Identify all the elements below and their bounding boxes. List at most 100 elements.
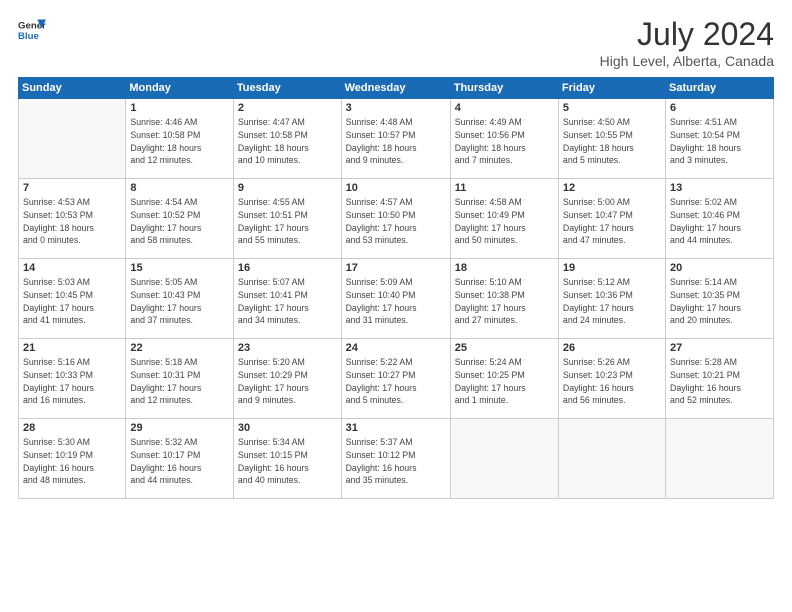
calendar-cell: 26 Sunrise: 5:26 AMSunset: 10:23 PMDaylig… (558, 339, 665, 419)
calendar-cell: 9Sunrise: 4:55 AMSunset: 10:51 PMDayligh… (233, 179, 341, 259)
calendar-cell: 18 Sunrise: 5:10 AMSunset: 10:38 PMDaylig… (450, 259, 558, 339)
day-info: Sunrise: 5:32 AMSunset: 10:17 PMDaylight… (130, 436, 229, 487)
calendar-cell: 17 Sunrise: 5:09 AMSunset: 10:40 PMDaylig… (341, 259, 450, 339)
day-number: 8 (130, 182, 229, 194)
day-number: 11 (455, 182, 554, 194)
title-area: July 2024 High Level, Alberta, Canada (600, 16, 774, 69)
calendar-cell: 24 Sunrise: 5:22 AMSunset: 10:27 PMDaylig… (341, 339, 450, 419)
day-info: Sunrise: 4:58 AMSunset: 10:49 PMDaylight… (455, 196, 554, 247)
month-title: July 2024 (600, 16, 774, 53)
day-number: 19 (563, 262, 661, 274)
calendar-week-4: 21Sunrise: 5:16 AMSunset: 10:33 PMDaylig… (19, 339, 774, 419)
calendar-cell (665, 419, 773, 499)
day-info: Sunrise: 5:00 AMSunset: 10:47 PMDaylight… (563, 196, 661, 247)
day-number: 13 (670, 182, 769, 194)
day-number: 23 (238, 342, 337, 354)
day-number: 10 (346, 182, 446, 194)
col-friday: Friday (558, 78, 665, 99)
day-info: Sunrise: 5:05 AMSunset: 10:43 PMDaylight… (130, 276, 229, 327)
day-info: Sunrise: 5:30 AMSunset: 10:19 PMDaylight… (23, 436, 121, 487)
day-info: Sunrise: 5:28 AMSunset: 10:21 PMDaylight… (670, 356, 769, 407)
calendar-cell: 15 Sunrise: 5:05 AMSunset: 10:43 PMDaylig… (126, 259, 234, 339)
calendar-cell: 2 Sunrise: 4:47 AMSunset: 10:58 PMDayligh… (233, 99, 341, 179)
col-tuesday: Tuesday (233, 78, 341, 99)
day-number: 20 (670, 262, 769, 274)
day-info: Sunrise: 4:57 AMSunset: 10:50 PMDaylight… (346, 196, 446, 247)
day-info: Sunrise: 4:51 AMSunset: 10:54 PMDaylight… (670, 116, 769, 167)
calendar-cell: 29 Sunrise: 5:32 AMSunset: 10:17 PMDaylig… (126, 419, 234, 499)
day-number: 31 (346, 422, 446, 434)
day-info: Sunrise: 5:02 AMSunset: 10:46 PMDaylight… (670, 196, 769, 247)
day-info: Sunrise: 4:49 AMSunset: 10:56 PMDaylight… (455, 116, 554, 167)
calendar: Sunday Monday Tuesday Wednesday Thursday… (18, 77, 774, 499)
calendar-cell: 14 Sunrise: 5:03 AMSunset: 10:45 PMDaylig… (19, 259, 126, 339)
calendar-week-3: 14 Sunrise: 5:03 AMSunset: 10:45 PMDaylig… (19, 259, 774, 339)
day-number: 22 (130, 342, 229, 354)
day-number: 28 (23, 422, 121, 434)
day-number: 18 (455, 262, 554, 274)
calendar-cell: 12 Sunrise: 5:00 AMSunset: 10:47 PMDaylig… (558, 179, 665, 259)
calendar-cell: 28 Sunrise: 5:30 AMSunset: 10:19 PMDaylig… (19, 419, 126, 499)
calendar-cell: 7Sunrise: 4:53 AMSunset: 10:53 PMDayligh… (19, 179, 126, 259)
calendar-cell: 23 Sunrise: 5:20 AMSunset: 10:29 PMDaylig… (233, 339, 341, 419)
day-info: Sunrise: 5:22 AMSunset: 10:27 PMDaylight… (346, 356, 446, 407)
day-number: 2 (238, 102, 337, 114)
calendar-cell: 22 Sunrise: 5:18 AMSunset: 10:31 PMDaylig… (126, 339, 234, 419)
day-info: Sunrise: 5:03 AMSunset: 10:45 PMDaylight… (23, 276, 121, 327)
day-info: Sunrise: 5:10 AMSunset: 10:38 PMDaylight… (455, 276, 554, 327)
day-info: Sunrise: 4:54 AMSunset: 10:52 PMDaylight… (130, 196, 229, 247)
day-info: Sunrise: 5:18 AMSunset: 10:31 PMDaylight… (130, 356, 229, 407)
day-info: Sunrise: 4:50 AMSunset: 10:55 PMDaylight… (563, 116, 661, 167)
col-thursday: Thursday (450, 78, 558, 99)
day-number: 24 (346, 342, 446, 354)
calendar-cell: 20Sunrise: 5:14 AMSunset: 10:35 PMDaylig… (665, 259, 773, 339)
day-number: 17 (346, 262, 446, 274)
calendar-cell: 11 Sunrise: 4:58 AMSunset: 10:49 PMDaylig… (450, 179, 558, 259)
day-info: Sunrise: 5:34 AMSunset: 10:15 PMDaylight… (238, 436, 337, 487)
day-info: Sunrise: 5:26 AMSunset: 10:23 PMDaylight… (563, 356, 661, 407)
svg-text:Blue: Blue (18, 31, 39, 42)
day-number: 25 (455, 342, 554, 354)
calendar-cell: 4 Sunrise: 4:49 AMSunset: 10:56 PMDayligh… (450, 99, 558, 179)
day-info: Sunrise: 5:37 AMSunset: 10:12 PMDaylight… (346, 436, 446, 487)
day-info: Sunrise: 5:24 AMSunset: 10:25 PMDaylight… (455, 356, 554, 407)
day-number: 4 (455, 102, 554, 114)
calendar-cell: 8 Sunrise: 4:54 AMSunset: 10:52 PMDayligh… (126, 179, 234, 259)
calendar-cell: 31 Sunrise: 5:37 AMSunset: 10:12 PMDaylig… (341, 419, 450, 499)
calendar-cell: 21Sunrise: 5:16 AMSunset: 10:33 PMDaylig… (19, 339, 126, 419)
day-number: 30 (238, 422, 337, 434)
calendar-cell: 13 Sunrise: 5:02 AMSunset: 10:46 PMDaylig… (665, 179, 773, 259)
day-number: 3 (346, 102, 446, 114)
day-number: 27 (670, 342, 769, 354)
day-number: 26 (563, 342, 661, 354)
day-number: 6 (670, 102, 769, 114)
col-sunday: Sunday (19, 78, 126, 99)
calendar-cell: 3 Sunrise: 4:48 AMSunset: 10:57 PMDayligh… (341, 99, 450, 179)
day-info: Sunrise: 4:53 AMSunset: 10:53 PMDaylight… (23, 196, 121, 247)
calendar-cell: 6 Sunrise: 4:51 AMSunset: 10:54 PMDayligh… (665, 99, 773, 179)
calendar-cell: 30 Sunrise: 5:34 AMSunset: 10:15 PMDaylig… (233, 419, 341, 499)
day-info: Sunrise: 4:55 AMSunset: 10:51 PMDaylight… (238, 196, 337, 247)
calendar-week-1: 1 Sunrise: 4:46 AMSunset: 10:58 PMDayligh… (19, 99, 774, 179)
day-number: 1 (130, 102, 229, 114)
day-info: Sunrise: 5:12 AMSunset: 10:36 PMDaylight… (563, 276, 661, 327)
day-number: 15 (130, 262, 229, 274)
calendar-cell (19, 99, 126, 179)
header: General Blue July 2024 High Level, Alber… (18, 16, 774, 69)
day-info: Sunrise: 4:46 AMSunset: 10:58 PMDaylight… (130, 116, 229, 167)
page: General Blue July 2024 High Level, Alber… (0, 0, 792, 612)
day-info: Sunrise: 4:48 AMSunset: 10:57 PMDaylight… (346, 116, 446, 167)
calendar-cell: 10 Sunrise: 4:57 AMSunset: 10:50 PMDaylig… (341, 179, 450, 259)
day-number: 12 (563, 182, 661, 194)
day-number: 29 (130, 422, 229, 434)
day-info: Sunrise: 5:09 AMSunset: 10:40 PMDaylight… (346, 276, 446, 327)
day-number: 16 (238, 262, 337, 274)
calendar-cell: 5 Sunrise: 4:50 AMSunset: 10:55 PMDayligh… (558, 99, 665, 179)
day-info: Sunrise: 5:20 AMSunset: 10:29 PMDaylight… (238, 356, 337, 407)
calendar-week-5: 28 Sunrise: 5:30 AMSunset: 10:19 PMDaylig… (19, 419, 774, 499)
day-number: 5 (563, 102, 661, 114)
day-info: Sunrise: 4:47 AMSunset: 10:58 PMDaylight… (238, 116, 337, 167)
calendar-cell: 25 Sunrise: 5:24 AMSunset: 10:25 PMDaylig… (450, 339, 558, 419)
day-number: 14 (23, 262, 121, 274)
calendar-cell: 19 Sunrise: 5:12 AMSunset: 10:36 PMDaylig… (558, 259, 665, 339)
